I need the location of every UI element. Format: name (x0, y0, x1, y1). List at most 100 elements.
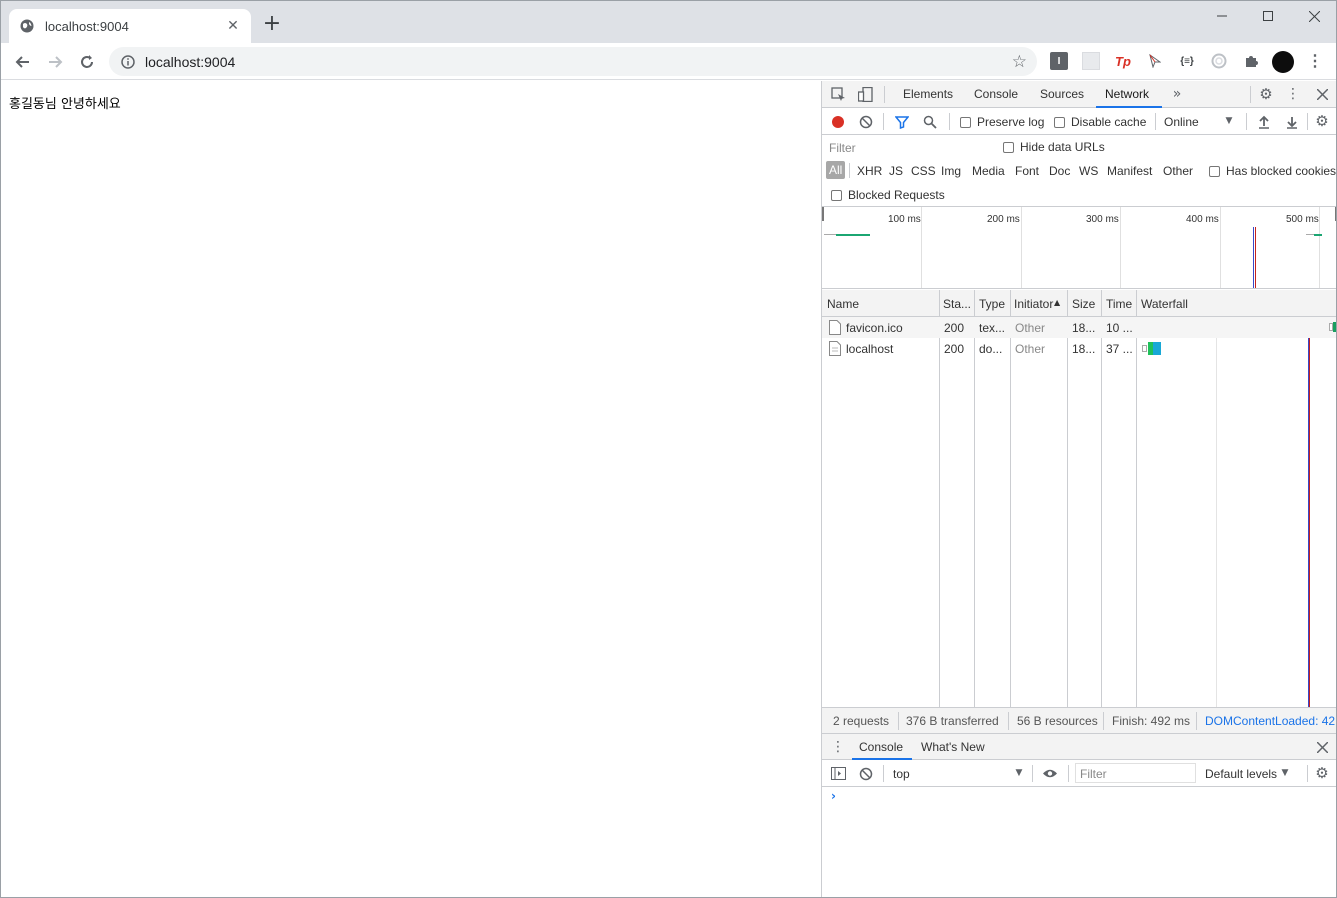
file-icon (829, 320, 841, 335)
type-filter-js[interactable]: JS (889, 164, 903, 178)
sidebar-toggle-icon[interactable] (830, 766, 846, 781)
chevron-down-icon[interactable]: ▼ (1224, 115, 1234, 127)
column-waterfall[interactable]: Waterfall (1141, 297, 1188, 311)
network-settings-gear-icon[interactable]: ⚙ (1314, 112, 1330, 130)
waterfall-bar-download (1153, 342, 1161, 355)
load-marker (1255, 227, 1256, 288)
divider (1103, 712, 1104, 730)
chevron-down-icon[interactable]: ▼ (1014, 767, 1024, 779)
tab-elements[interactable]: Elements (903, 87, 953, 101)
overview-handle-left[interactable] (822, 207, 824, 221)
filter-input[interactable]: Filter (826, 138, 989, 158)
column-name[interactable]: Name (827, 297, 859, 311)
devtools-menu-icon[interactable]: ⋮ (1286, 86, 1300, 102)
column-initiator[interactable]: Initiator (1014, 297, 1053, 311)
has-blocked-cookies-checkbox[interactable]: Has blocked cookies (1209, 164, 1336, 178)
log-levels-select[interactable]: Default levels (1205, 767, 1277, 781)
drawer-menu-icon[interactable]: ⋮ (831, 739, 845, 755)
type-filter-css[interactable]: CSS (911, 164, 936, 178)
console-filter-input[interactable]: Filter (1075, 763, 1196, 783)
clear-console-icon[interactable] (858, 766, 873, 781)
minimize-icon[interactable] (1199, 1, 1245, 31)
live-expression-eye-icon[interactable] (1041, 766, 1059, 781)
column-status[interactable]: Sta... (943, 297, 971, 311)
console-output[interactable]: › (822, 787, 1336, 897)
type-filter-doc[interactable]: Doc (1049, 164, 1070, 178)
type-filter-font[interactable]: Font (1015, 164, 1039, 178)
close-drawer-icon[interactable] (1314, 739, 1330, 755)
table-row[interactable]: localhost 200 do... Other 18... 37 ... (822, 338, 1336, 359)
extension-circle-icon[interactable] (1210, 52, 1228, 70)
column-time[interactable]: Time (1106, 297, 1132, 311)
drawer-tab-whats-new[interactable]: What's New (921, 740, 985, 754)
type-filter-ws[interactable]: WS (1079, 164, 1098, 178)
table-row[interactable]: favicon.ico 200 tex... Other 18... 10 ..… (822, 317, 1336, 338)
blocked-requests-checkbox[interactable]: Blocked Requests (831, 188, 945, 202)
drawer-tab-console[interactable]: Console (859, 740, 903, 754)
search-icon[interactable] (922, 114, 937, 129)
address-bar[interactable]: localhost:9004 ☆ (109, 47, 1037, 76)
greeting-text: 홍길동님 안녕하세요 (9, 97, 121, 112)
type-filter-media[interactable]: Media (972, 164, 1005, 178)
inspect-element-icon[interactable] (830, 86, 846, 102)
export-har-icon[interactable] (1285, 114, 1299, 129)
network-overview-timeline[interactable]: 100 ms 200 ms 300 ms 400 ms 500 ms (822, 207, 1336, 289)
more-tabs-chevron-icon[interactable]: » (1170, 86, 1184, 102)
divider (1246, 113, 1247, 130)
browser-tab[interactable]: localhost:9004 ✕ (9, 9, 251, 43)
record-icon[interactable] (830, 114, 845, 129)
overview-gridline (1319, 207, 1320, 288)
summary-finish: Finish: 492 ms (1112, 714, 1191, 728)
new-tab-icon[interactable]: + (261, 13, 283, 36)
column-type[interactable]: Type (979, 297, 1005, 311)
type-filter-xhr[interactable]: XHR (857, 164, 882, 178)
tab-network[interactable]: Network (1105, 87, 1149, 101)
preserve-log-checkbox[interactable]: Preserve log (960, 115, 1044, 129)
forward-icon[interactable] (43, 50, 67, 74)
request-initiator: Other (1015, 342, 1046, 356)
device-toolbar-icon[interactable] (857, 86, 873, 102)
clear-icon[interactable] (858, 114, 873, 129)
maximize-icon[interactable] (1245, 1, 1291, 31)
column-size[interactable]: Size (1072, 297, 1095, 311)
summary-dom-content-loaded: DOMContentLoaded: 42 (1205, 714, 1336, 728)
profile-avatar[interactable] (1272, 51, 1294, 73)
type-filter-img[interactable]: Img (941, 164, 961, 178)
close-window-icon[interactable] (1291, 1, 1336, 31)
tab-console[interactable]: Console (974, 87, 1018, 101)
disable-cache-checkbox[interactable]: Disable cache (1054, 115, 1146, 129)
close-tab-icon[interactable]: ✕ (225, 18, 241, 34)
console-settings-gear-icon[interactable]: ⚙ (1314, 764, 1330, 782)
chevron-down-icon[interactable]: ▼ (1280, 767, 1290, 779)
extension-i-icon[interactable]: I (1050, 52, 1068, 70)
reload-icon[interactable] (75, 50, 99, 74)
extension-tp-icon[interactable]: Tp (1114, 52, 1132, 70)
type-filter-manifest[interactable]: Manifest (1107, 164, 1152, 178)
extension-json-icon[interactable]: {≡} (1178, 52, 1196, 70)
overview-tick-label: 100 ms (888, 214, 921, 225)
type-filter-all[interactable]: All (826, 161, 846, 179)
settings-gear-icon[interactable]: ⚙ (1258, 85, 1274, 103)
bookmark-star-icon[interactable]: ☆ (1012, 52, 1027, 72)
network-summary-bar: 2 requests 376 B transferred 56 B resour… (822, 707, 1336, 733)
tab-sources[interactable]: Sources (1040, 87, 1084, 101)
extension-cursor-icon[interactable] (1146, 52, 1164, 70)
context-select[interactable]: top (893, 767, 1023, 781)
import-har-icon[interactable] (1257, 114, 1271, 129)
overview-gridline (921, 207, 922, 288)
hide-data-urls-checkbox[interactable]: Hide data URLs (1003, 140, 1105, 154)
divider (949, 113, 950, 130)
checkbox-box (1003, 141, 1014, 153)
extension-grid-icon[interactable] (1082, 52, 1100, 70)
type-filter-other[interactable]: Other (1163, 164, 1193, 178)
network-filter-bar: Filter Hide data URLs All XHR JS CSS Img… (822, 135, 1336, 207)
overview-gridline (1021, 207, 1022, 288)
divider (883, 765, 884, 782)
browser-menu-icon[interactable]: ⋮ (1306, 52, 1324, 70)
filter-funnel-icon[interactable] (894, 114, 909, 129)
info-icon[interactable] (121, 54, 135, 69)
close-devtools-icon[interactable] (1314, 86, 1330, 102)
browser-window: localhost:9004 ✕ + localhost:9004 ☆ I Tp… (0, 0, 1337, 898)
extensions-puzzle-icon[interactable] (1242, 52, 1260, 70)
back-icon[interactable] (11, 50, 35, 74)
